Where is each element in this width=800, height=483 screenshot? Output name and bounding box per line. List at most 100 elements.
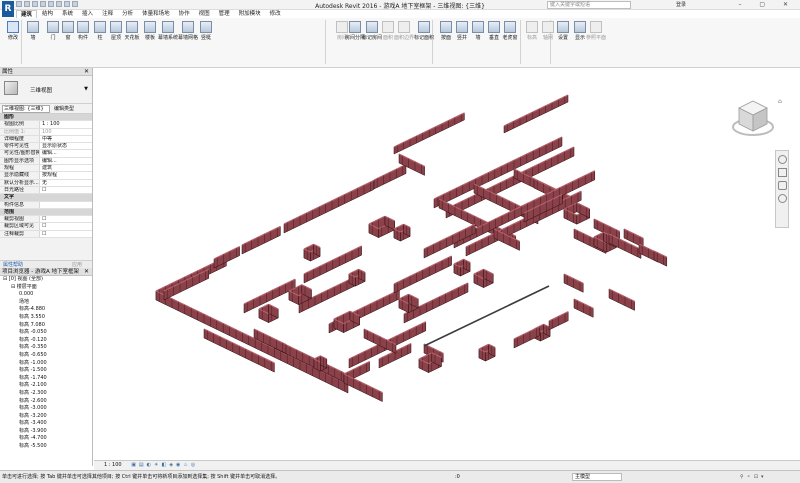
wall-segment[interactable] — [241, 226, 281, 255]
model-drawing[interactable] — [94, 68, 800, 460]
ribbon-button-7[interactable]: 天花板 — [122, 21, 142, 41]
tab-4[interactable]: 注释 — [98, 10, 117, 18]
orbit-icon[interactable] — [777, 194, 787, 203]
property-value[interactable] — [40, 201, 92, 208]
property-category[interactable]: 文字 — [0, 194, 92, 202]
pan-icon[interactable] — [777, 181, 787, 190]
view-control-icons[interactable]: ▣▤◐☀◧◈◉♨◎ — [131, 462, 198, 468]
property-category[interactable]: 范围 — [0, 208, 92, 217]
tab-5[interactable]: 分析 — [118, 10, 137, 18]
property-value[interactable]: 100 — [40, 128, 92, 135]
selection-filter-icons[interactable]: ⚲⚬⊡▾ — [740, 471, 767, 483]
wall-segment[interactable] — [653, 250, 668, 267]
view-scale[interactable]: 1 : 100 — [104, 462, 122, 468]
tree-node[interactable]: 标高 -0.650 — [0, 352, 92, 360]
tab-8[interactable]: 视图 — [195, 10, 214, 18]
ribbon-button-label: 面积 — [382, 35, 393, 41]
ribbon-button-22[interactable]: 老虎窗 — [500, 21, 520, 41]
tree-node[interactable]: 标高 -3.000 — [0, 405, 92, 413]
ribbon-button-9[interactable]: 幕墙系统 — [158, 21, 178, 41]
ribbon-button-17[interactable]: 标记面积 — [414, 21, 434, 41]
wall-segment[interactable] — [343, 373, 383, 402]
tab-1[interactable]: 结构 — [38, 10, 57, 18]
property-value[interactable]: 显示原状态 — [40, 143, 92, 150]
close-icon[interactable]: ✕ — [84, 68, 89, 76]
ribbon-button-label: 参照平面 — [586, 35, 607, 41]
view-cube-icon[interactable] — [730, 95, 776, 141]
selection-count: :0 — [455, 474, 460, 480]
view-dropdown[interactable]: 三维视图: {三维} — [2, 104, 50, 113]
property-value[interactable]: 编辑... — [40, 157, 92, 165]
window-controls[interactable]: – ▢ ✕ — [738, 1, 796, 8]
ribbon-button-27[interactable]: 参照平面 — [586, 21, 606, 41]
home-icon[interactable]: ⌂ — [778, 98, 782, 105]
tree-node[interactable]: 标高 -1.500 — [0, 367, 92, 375]
tab-3[interactable]: 插入 — [78, 10, 97, 18]
property-value[interactable]: 无 — [40, 179, 92, 186]
tree-node[interactable]: 0.000 — [0, 291, 92, 299]
tree-node[interactable]: 标高 -3.400 — [0, 420, 92, 428]
login-link[interactable]: 登录 — [676, 1, 686, 8]
ribbon-button-0[interactable]: 修改 — [3, 21, 23, 41]
search-input[interactable]: 键入关键字或短语 — [547, 1, 631, 9]
tree-node[interactable]: 标高 -4.700 — [0, 435, 92, 443]
ribbon-button-10[interactable]: 幕墙网格 — [178, 21, 198, 41]
chevron-down-icon[interactable]: ▼ — [84, 86, 88, 92]
3d-viewport[interactable] — [94, 68, 800, 460]
property-category[interactable]: 图形 — [0, 114, 92, 122]
tree-node[interactable]: ⊟ 楼层平面 — [0, 284, 92, 292]
property-value[interactable]: ☐ — [40, 216, 92, 223]
property-value[interactable]: ☐ — [40, 223, 92, 230]
property-value[interactable]: ☐ — [40, 186, 92, 194]
edit-type-button[interactable]: 编辑类型 — [54, 105, 74, 112]
ribbon-button-1[interactable]: 墙 — [23, 21, 43, 41]
ribbon-button-11[interactable]: 竖梃 — [196, 21, 216, 41]
property-row: 显示隐藏线 按规程 — [0, 172, 92, 180]
tree-node[interactable]: 标高 -0.350 — [0, 344, 92, 352]
tree-node[interactable]: 标高 -1.000 — [0, 360, 92, 368]
tree-node[interactable]: 场地 — [0, 299, 92, 307]
tree-node[interactable]: 标高-4.880 — [0, 306, 92, 314]
status-bar: 单击可进行选择; 按 Tab 键并单击可选择其他项目; 按 Ctrl 键并单击可… — [0, 470, 800, 483]
tab-2[interactable]: 系统 — [58, 10, 77, 18]
ribbon-tool-icon — [557, 21, 569, 33]
active-model-dropdown[interactable]: 主模型 — [572, 473, 622, 481]
tree-node[interactable]: ⊟ [0] 视图 (全部) — [0, 276, 92, 284]
tree-node[interactable]: 标高 -2.600 — [0, 398, 92, 406]
tab-9[interactable]: 管理 — [215, 10, 234, 18]
ribbon-button-label: 柱 — [97, 35, 103, 41]
ribbon-button-label: 窗 — [65, 35, 71, 41]
wall-top-edge — [283, 180, 374, 225]
tree-node[interactable]: 标高 3.550 — [0, 314, 92, 322]
tab-7[interactable]: 协作 — [175, 10, 194, 18]
tab-0[interactable]: 建筑 — [16, 10, 38, 18]
property-value[interactable]: 编辑... — [40, 150, 92, 157]
ribbon-tool-icon — [526, 21, 538, 33]
property-value[interactable]: 按规程 — [40, 172, 92, 179]
property-value[interactable]: 1 : 100 — [40, 121, 92, 128]
zoom-icon[interactable] — [777, 168, 787, 177]
tree-node[interactable]: 标高 -0.050 — [0, 329, 92, 337]
steering-wheel-icon[interactable] — [777, 155, 787, 164]
tree-node[interactable]: 标高 -2.300 — [0, 390, 92, 398]
ribbon-tabs: 建筑 结构 系统 插入 注释 分析 体量和场地 协作 视图 管理 附加模块 修改 — [16, 10, 285, 18]
ribbon-tool-icon — [7, 21, 19, 33]
tree-node[interactable]: 标高 -5.500 — [0, 443, 92, 451]
ribbon-button-16[interactable]: 面积边界 — [394, 21, 414, 41]
properties-header: 属性 ✕ — [0, 68, 92, 76]
type-name: 三维视图 — [30, 88, 53, 94]
tab-6[interactable]: 体量和场地 — [138, 10, 174, 18]
tab-11[interactable]: 修改 — [266, 10, 285, 18]
ribbon-tool-icon — [366, 21, 378, 33]
wall-segment[interactable] — [283, 180, 374, 234]
tree-node[interactable]: 标高 -2.100 — [0, 382, 92, 390]
type-selector[interactable]: 三维视图 ▼ — [0, 76, 92, 104]
property-value[interactable]: ☐ — [40, 230, 92, 238]
tab-10[interactable]: 附加模块 — [235, 10, 265, 18]
property-value[interactable]: 建筑 — [40, 165, 92, 172]
close-icon[interactable]: ✕ — [84, 268, 89, 276]
ribbon-button-8[interactable]: 楼板 — [140, 21, 160, 41]
property-value[interactable]: 中等 — [40, 135, 92, 143]
ribbon-button-label: 老虎窗 — [502, 35, 518, 41]
ribbon-tool-icon — [574, 21, 586, 33]
